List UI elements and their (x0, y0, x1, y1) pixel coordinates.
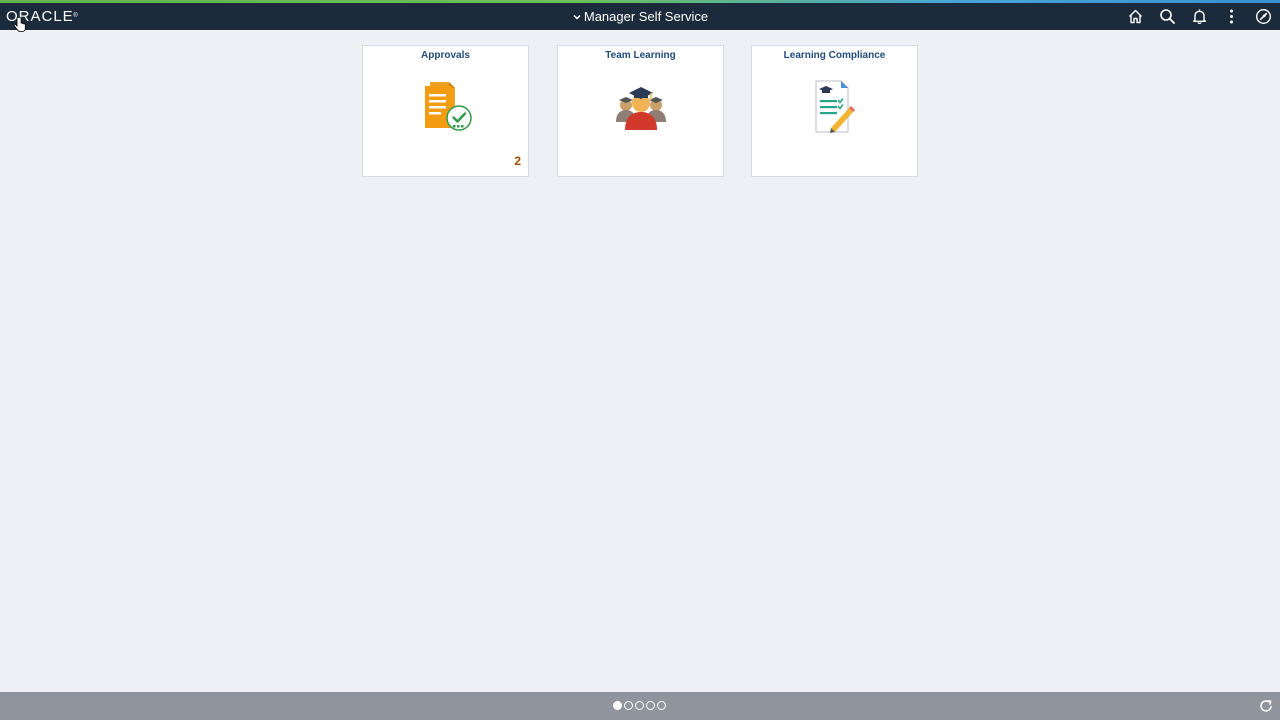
page-dot-3[interactable] (635, 701, 644, 710)
page-dot-5[interactable] (657, 701, 666, 710)
top-navbar: ORACLE ® Manager Self Service (0, 3, 1280, 32)
tile-team-learning[interactable]: Team Learning (557, 45, 724, 177)
search-icon[interactable] (1159, 8, 1176, 25)
chevron-down-icon (573, 14, 581, 20)
tile-title: Approvals (421, 50, 470, 61)
page-dot-2[interactable] (624, 701, 633, 710)
approvals-document-check-icon (424, 82, 472, 131)
page-title: Manager Self Service (583, 9, 709, 24)
tile-title: Learning Compliance (783, 50, 886, 61)
page-title-bar: Manager Self Service (0, 3, 1280, 30)
home-icon[interactable] (1127, 8, 1144, 25)
tile-approvals[interactable]: Approvals 2 (362, 45, 529, 177)
refresh-icon[interactable] (1258, 698, 1274, 714)
footer-bar (0, 692, 1280, 720)
homepage-selector[interactable]: Manager Self Service (572, 3, 708, 30)
approvals-count-badge: 2 (514, 154, 521, 168)
navbar-compass-icon[interactable] (1255, 8, 1272, 25)
tile-title: Team Learning (605, 50, 676, 61)
page-dot-1[interactable] (613, 701, 622, 710)
compliance-checklist-pencil-icon (815, 80, 855, 133)
graduates-group-icon (615, 87, 666, 130)
bell-icon[interactable] (1191, 8, 1208, 25)
page-dot-4[interactable] (646, 701, 655, 710)
tile-learning-compliance[interactable]: Learning Compliance (751, 45, 918, 177)
more-vertical-icon[interactable] (1223, 8, 1240, 25)
